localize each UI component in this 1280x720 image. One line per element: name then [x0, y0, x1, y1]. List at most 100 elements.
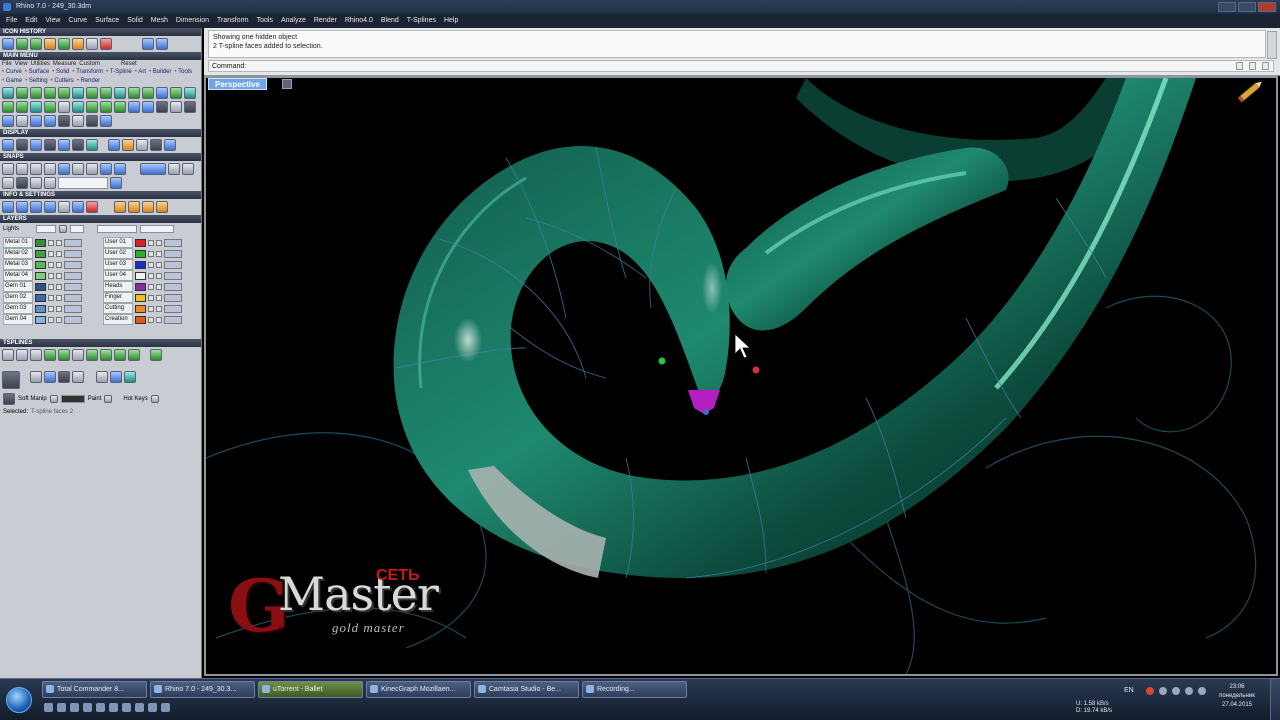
menu-mesh[interactable]: Mesh	[147, 14, 172, 28]
tool-icon-24[interactable]	[128, 101, 140, 113]
main-tab-utilities[interactable]: Utilities	[31, 61, 50, 67]
snap-gumball-icon[interactable]	[30, 177, 42, 189]
subtab-render[interactable]: Render	[77, 78, 101, 84]
language-indicator[interactable]: EN	[1124, 687, 1134, 694]
main-tab-file[interactable]: File	[2, 61, 12, 67]
tsp-icon-9[interactable]	[114, 349, 126, 361]
layer-visibility-toggle[interactable]	[48, 283, 54, 290]
layer-visibility-toggle[interactable]	[48, 316, 54, 323]
viewport-options-button[interactable]	[282, 79, 292, 89]
quick-launch-icon-10[interactable]	[161, 703, 170, 712]
tool-icon-14[interactable]	[184, 87, 196, 99]
info-icon-1[interactable]	[2, 201, 14, 213]
maximize-button[interactable]	[1238, 2, 1256, 12]
tsp-icon-7[interactable]	[86, 349, 98, 361]
menu-solid[interactable]: Solid	[123, 14, 147, 28]
layer-name[interactable]: User 01	[103, 237, 133, 248]
pencil-icon[interactable]	[1237, 79, 1264, 103]
layer-name[interactable]: Creation	[103, 314, 133, 325]
layer-name[interactable]: Gem 04	[3, 314, 33, 325]
menu-curve[interactable]: Curve	[64, 14, 91, 28]
layer-name[interactable]: Metal 01	[3, 237, 33, 248]
layer-row[interactable]: Metal 04	[3, 270, 97, 281]
layer-row[interactable]: Creation	[103, 314, 197, 325]
layer-select-button[interactable]	[164, 238, 182, 247]
tool-icon-23[interactable]	[114, 101, 126, 113]
tool-icon-29[interactable]	[2, 115, 14, 127]
layer-select-button[interactable]	[164, 315, 182, 324]
tsp-icon-4[interactable]	[44, 349, 56, 361]
snap-ortho-icon[interactable]	[182, 163, 194, 175]
tool-icon-21[interactable]	[86, 101, 98, 113]
tsp-icon-1[interactable]	[2, 349, 14, 361]
layer-row[interactable]: User 01	[103, 237, 197, 248]
layer-select-button[interactable]	[64, 260, 82, 269]
layer-row[interactable]: Gem 04	[3, 314, 97, 325]
main-tab-reset[interactable]: Reset	[121, 61, 137, 67]
layer-name[interactable]: Heads	[103, 281, 133, 292]
display-rendered-icon[interactable]	[30, 139, 42, 151]
history-forward-arrow-icon[interactable]	[156, 38, 168, 50]
tray-icon-5[interactable]	[1198, 687, 1206, 695]
layer-name[interactable]: User 04	[103, 270, 133, 281]
layer-name[interactable]: Cutting	[103, 303, 133, 314]
quick-launch-icon-7[interactable]	[122, 703, 131, 712]
tool-icon-30[interactable]	[16, 115, 28, 127]
layer-select-button[interactable]	[164, 293, 182, 302]
tool-icon-16[interactable]	[16, 101, 28, 113]
tool-icon-3[interactable]	[30, 87, 42, 99]
tool-icon-1[interactable]	[2, 87, 14, 99]
history-icon-7[interactable]	[86, 38, 98, 50]
taskbar-button[interactable]: Rhino 7.0 - 249_30.3...	[150, 681, 255, 698]
menu-blend[interactable]: Blend	[377, 14, 403, 28]
tool-icon-33[interactable]	[58, 115, 70, 127]
menu-surface[interactable]: Surface	[91, 14, 123, 28]
subtab-curve[interactable]: Curve	[2, 69, 22, 75]
layer-visibility-toggle[interactable]	[48, 261, 54, 268]
tool-icon-22[interactable]	[100, 101, 112, 113]
layer-color-swatch[interactable]	[135, 293, 146, 302]
main-tab-view[interactable]: View	[15, 61, 28, 67]
layer-lock-toggle[interactable]	[56, 239, 62, 246]
layer-lock-toggle[interactable]	[56, 294, 62, 301]
subtab-game[interactable]: Game	[2, 78, 22, 84]
tool-icon-8[interactable]	[100, 87, 112, 99]
tool-icon-6[interactable]	[72, 87, 84, 99]
subtab-cutters[interactable]: Cutters	[51, 78, 73, 84]
layer-color-swatch[interactable]	[35, 293, 46, 302]
layer-lock-toggle[interactable]	[156, 239, 162, 246]
tsp-soft-icon[interactable]	[3, 393, 15, 405]
lights-field[interactable]	[36, 225, 56, 233]
layer-row[interactable]: User 04	[103, 270, 197, 281]
display-ghosted-icon[interactable]	[44, 139, 56, 151]
layer-row[interactable]: Metal 03	[3, 259, 97, 270]
subtab-art[interactable]: Art	[135, 69, 146, 75]
layers-header[interactable]: LAYERS	[0, 215, 201, 223]
subtab-tspline[interactable]: T-Spline	[106, 69, 132, 75]
history-icon-1[interactable]	[2, 38, 14, 50]
info-icon-5[interactable]	[58, 201, 70, 213]
layer-visibility-toggle[interactable]	[148, 283, 154, 290]
quick-launch-icon-2[interactable]	[57, 703, 66, 712]
layer-select-button[interactable]	[64, 293, 82, 302]
layer-row[interactable]: User 03	[103, 259, 197, 270]
tsp-rotate-icon[interactable]	[110, 371, 122, 383]
layer-lock-toggle[interactable]	[156, 305, 162, 312]
layer-select-button[interactable]	[164, 260, 182, 269]
tsp-icon-10[interactable]	[128, 349, 140, 361]
display-xray-icon[interactable]	[58, 139, 70, 151]
tool-icon-27[interactable]	[170, 101, 182, 113]
tsp-icon-6[interactable]	[72, 349, 84, 361]
tool-icon-4[interactable]	[44, 87, 56, 99]
layer-lock-toggle[interactable]	[56, 283, 62, 290]
tsp-manip-icon[interactable]	[2, 371, 20, 389]
snap-lock-icon[interactable]	[110, 177, 122, 189]
taskbar-button[interactable]: Camtasia Studio - Be...	[474, 681, 579, 698]
layer-name[interactable]: Gem 03	[3, 303, 33, 314]
snap-quad-icon[interactable]	[114, 163, 126, 175]
tool-icon-20[interactable]	[72, 101, 84, 113]
layer-color-swatch[interactable]	[35, 249, 46, 258]
subtab-tools[interactable]: Tools	[174, 69, 192, 75]
taskbar-button[interactable]: Total Commander 8...	[42, 681, 147, 698]
display-header[interactable]: DISPLAY	[0, 129, 201, 137]
